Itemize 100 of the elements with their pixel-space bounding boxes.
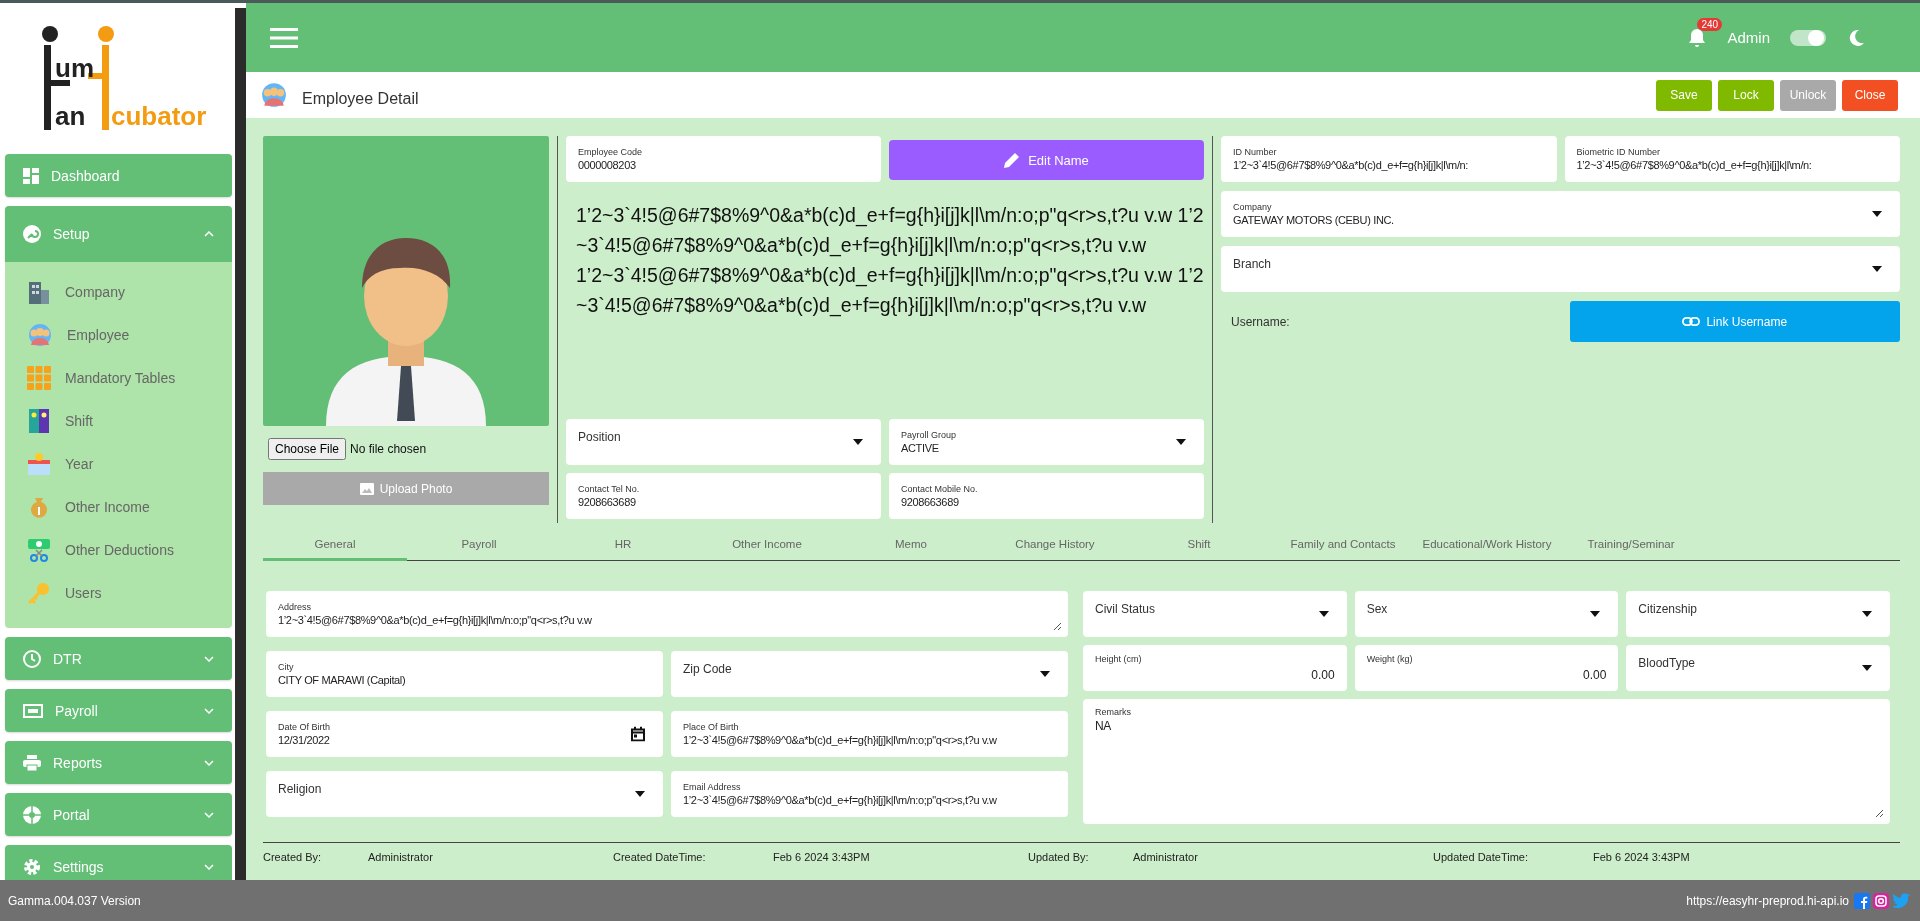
tab[interactable]: Payroll <box>407 531 551 560</box>
text-field[interactable]: ID Number 1’2~3`4!5@6#7$8%9^0&a*b(c)d_e+f=g{h}i[j]k|l\m/n: <box>1221 136 1557 182</box>
nav-sub-item[interactable]: Other Deductions <box>5 528 232 571</box>
tab[interactable]: HR <box>551 531 695 560</box>
caret-icon <box>1176 439 1186 445</box>
tab[interactable]: Change History <box>983 531 1127 560</box>
tab[interactable]: Memo <box>839 531 983 560</box>
image-icon <box>359 482 374 495</box>
notification-badge: 240 <box>1697 17 1723 31</box>
toggle-icon[interactable] <box>1790 27 1826 48</box>
facebook-icon[interactable] <box>1854 892 1870 909</box>
close-button[interactable]: Close <box>1842 79 1898 111</box>
dropdown[interactable]: Sex <box>1354 590 1619 637</box>
caret-icon <box>1590 610 1601 617</box>
resize-handle-icon[interactable] <box>1053 621 1062 631</box>
audit-value: Administrator <box>1133 850 1199 863</box>
text-field[interactable]: Contact Mobile No. 9208663689 <box>889 473 1204 519</box>
tab[interactable]: Family and Contacts <box>1271 531 1415 560</box>
dropdown[interactable]: Branch <box>1221 246 1900 292</box>
text-area[interactable]: Remarks NA <box>1083 698 1890 824</box>
date-field[interactable]: Date Of Birth 12/31/2022 <box>266 711 663 757</box>
tab[interactable]: Training/Seminar <box>1559 531 1703 560</box>
caret-icon <box>1040 670 1050 677</box>
dropdown[interactable]: Citizenship <box>1626 590 1890 637</box>
banknote-icon <box>23 703 43 718</box>
text-field[interactable]: Email Address 1’2~3`4!5@6#7$8%9^0&a*b(c)d_e+f=g{h}i[j]k|l\m/n:o;p"q<r>s,t?u v.w <box>671 771 1068 818</box>
text-field[interactable]: Contact Tel No. 9208663689 <box>566 473 881 519</box>
text-area[interactable]: Address 1’2~3`4!5@6#7$8%9^0&a*b(c)d_e+f=g{h}i[j]k|l\m/n:o;p"q<r>s,t?u v.w <box>266 590 1068 637</box>
calendar-icon <box>27 451 51 476</box>
gear-icon <box>23 857 41 876</box>
tab[interactable]: Educational/Work History <box>1415 531 1559 560</box>
pencil-icon <box>1004 152 1021 168</box>
logo-drawing: um an cubator <box>33 25 208 135</box>
text-field[interactable]: Employee Code 0000008203 <box>566 136 881 182</box>
link-icon <box>1682 317 1701 326</box>
people-icon <box>27 322 53 347</box>
page-title: Employee Detail <box>302 90 419 108</box>
file-status: No file chosen <box>350 442 427 456</box>
resize-handle-icon[interactable] <box>1875 808 1884 818</box>
nav-sub-item[interactable]: Shift <box>5 399 232 442</box>
text-field[interactable]: Biometric ID Number 1’2~3`4!5@6#7$8%9^0&a*b(c)d_e+f=g{h}i[j]k|l\m/n: <box>1564 136 1900 182</box>
menu-icon[interactable] <box>270 27 298 48</box>
dropdown[interactable]: BloodType <box>1626 644 1890 691</box>
printer-icon <box>23 754 41 771</box>
dropdown[interactable]: Zip Code <box>671 650 1068 697</box>
caret-icon <box>1862 610 1872 617</box>
key-icon <box>27 580 51 605</box>
nav-sub-item[interactable]: Mandatory Tables <box>5 356 232 399</box>
clock-icon <box>23 649 41 668</box>
tab[interactable]: General <box>263 531 407 561</box>
grid-icon <box>27 365 51 390</box>
employee-name: 1’2~3`4!5@6#7$8%9^0&a*b(c)d_e+f=g{h}i[j]k|l\m/n:o;p"q<r>s,t?u v.w 1’2~3`4!5@6#7$8%9^0&a*b(c)d_e+f=g{h}i[j]k|l\m/n:o;p"q<r>s,t?u v.w <box>576 203 1204 259</box>
dropdown[interactable]: Company GATEWAY MOTORS (CEBU) INC. <box>1221 191 1900 237</box>
nav-sub-item[interactable]: Company <box>5 270 232 313</box>
caret-icon <box>853 439 863 445</box>
chevron-icon <box>204 863 214 870</box>
nav-sub-item[interactable]: Employee <box>5 313 232 356</box>
site-link[interactable]: https://easyhr-preprod.hi-api.io <box>1686 893 1849 908</box>
link-username-button[interactable]: Link Username <box>1569 301 1900 342</box>
text-field[interactable]: City CITY OF MARAWI (Capital) <box>266 650 663 697</box>
chevron-icon <box>204 811 214 818</box>
audit-label: Updated DateTime: <box>1433 850 1529 863</box>
audit-label: Created DateTime: <box>613 850 707 863</box>
tab[interactable]: Other Income <box>695 531 839 560</box>
tab[interactable]: Shift <box>1127 531 1271 560</box>
employee-icon <box>260 82 288 108</box>
day-night-icon <box>27 408 51 433</box>
dropdown[interactable]: Payroll Group ACTIVE <box>889 419 1204 465</box>
employee-name: 1’2~3`4!5@6#7$8%9^0&a*b(c)d_e+f=g{h}i[j]k|l\m/n:o;p"q<r>s,t?u v.w 1’2~3`4!5@6#7$8%9^0&a*b(c)d_e+f=g{h}i[j]k|l\m/n:o;p"q<r>s,t?u v.w <box>576 263 1204 319</box>
chevron-icon <box>204 707 214 714</box>
caret-icon <box>1872 211 1882 217</box>
nav-sub-item[interactable]: Users <box>5 571 232 614</box>
scissors-cash-icon <box>27 537 51 562</box>
chevron-icon <box>204 655 214 662</box>
instagram-icon[interactable] <box>1873 892 1889 909</box>
text-field[interactable]: Place Of Birth 1’2~3`4!5@6#7$8%9^0&a*b(c)d_e+f=g{h}i[j]k|l\m/n:o;p"q<r>s,t?u v.w <box>671 711 1068 757</box>
nav-sub-item[interactable]: Other Income <box>5 485 232 528</box>
number-field[interactable]: Height (cm) 0.00 <box>1083 644 1347 691</box>
username-label: Username: <box>1231 314 1291 329</box>
dropdown[interactable]: Civil Status <box>1083 590 1347 637</box>
building-icon <box>27 279 51 304</box>
calendar-icon[interactable] <box>631 726 645 742</box>
audit-label: Updated By: <box>1028 850 1090 863</box>
scrollbar[interactable] <box>235 8 246 880</box>
dropdown[interactable]: Position <box>566 419 881 465</box>
audit-value: Feb 6 2024 3:43PM <box>773 850 871 863</box>
nav-sub-item[interactable]: Year <box>5 442 232 485</box>
dropdown[interactable]: Religion <box>266 771 663 818</box>
bell-icon[interactable] <box>1687 27 1708 48</box>
chevron-icon <box>204 231 214 237</box>
version-text: Gamma.004.037 Version <box>8 893 141 908</box>
audit-value: Feb 6 2024 3:43PM <box>1593 850 1691 863</box>
caret-icon <box>1318 610 1329 617</box>
choose-file-button[interactable]: Choose File <box>268 438 347 460</box>
audit-value: Administrator <box>368 850 434 863</box>
edit-name-button[interactable]: Edit Name <box>889 140 1204 180</box>
caret-icon <box>1872 266 1882 272</box>
number-field[interactable]: Weight (kg) 0.00 <box>1354 644 1619 691</box>
audit-label: Created By: <box>263 850 323 863</box>
caret-icon <box>1862 664 1872 671</box>
